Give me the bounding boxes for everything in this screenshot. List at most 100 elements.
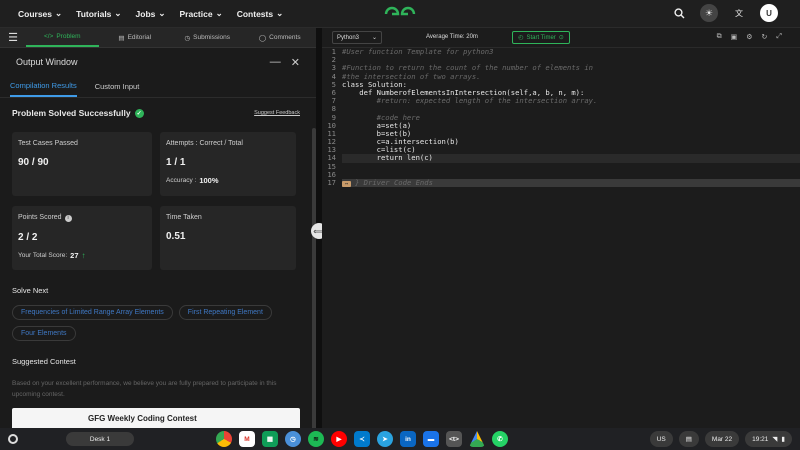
test-cases-card: Test Cases Passed 90 / 90 (12, 132, 152, 196)
play-icon: ⊙ (558, 35, 564, 41)
menu-contests[interactable]: Contests ⌄ (237, 8, 284, 19)
chevron-down-icon: ⌄ (158, 8, 166, 18)
input-language[interactable]: US (649, 431, 673, 447)
solve-next-item[interactable]: Frequencies of Limited Range Array Eleme… (12, 305, 173, 320)
output-window-header: Output Window — ✕ (0, 48, 316, 76)
points-value: 2 / 2 (18, 231, 38, 243)
menu-practice[interactable]: Practice ⌄ (180, 8, 223, 19)
contest-card[interactable]: GFG Weekly Coding Contest (12, 408, 300, 428)
start-timer-button[interactable]: ◴ Start Timer ⊙ (512, 31, 570, 44)
linkedin-icon[interactable]: in (400, 431, 416, 447)
clipboard-icon[interactable]: ▤ (678, 431, 699, 447)
minimize-icon[interactable]: — (270, 56, 281, 69)
code-line[interactable]: 14 return len(c) (322, 154, 800, 163)
menu-tutorials[interactable]: Tutorials ⌄ (76, 8, 121, 19)
date-pill[interactable]: Mar 22 (704, 431, 740, 447)
fold-marker-icon[interactable]: ↔ (342, 181, 352, 187)
contest-title: GFG Weekly Coding Contest (88, 414, 197, 423)
hamburger-menu-icon[interactable]: ☰ (0, 31, 26, 44)
copy-icon[interactable]: ⧉ (717, 33, 722, 41)
results-grid: Test Cases Passed 90 / 90 Attempts : Cor… (12, 132, 300, 270)
chevron-down-icon: ⌄ (114, 8, 122, 18)
tab-editorial[interactable]: ▤ Editorial (99, 28, 172, 47)
youtube-icon[interactable]: ▶ (331, 431, 347, 447)
status-row: Problem Solved Successfully ✓ Suggest Fe… (12, 102, 300, 124)
close-icon[interactable]: ✕ (291, 56, 300, 69)
editor-toolbar: Python3 ⌄ Average Time: 20m ◴ Start Time… (322, 28, 800, 48)
accuracy-row: Accuracy :100% (166, 176, 219, 185)
time-taken-card: Time Taken 0.51 (160, 206, 296, 270)
tab-submissions[interactable]: ◷ Submissions (171, 28, 244, 47)
code-line[interactable]: 17 ↔} Driver Code Ends (322, 178, 800, 188)
telegram-icon[interactable]: ➤ (377, 431, 393, 447)
whatsapp-icon[interactable]: ✆ (492, 431, 508, 447)
total-score-row: Your Total Score: 27 ↑ (18, 250, 86, 260)
code-area[interactable]: 1 #User function Template for python3 2 3 #F… (322, 47, 800, 188)
reset-icon[interactable]: ↻ (762, 33, 768, 41)
tab-compilation-results[interactable]: Compilation Results (10, 76, 77, 97)
chevron-down-icon: ⌄ (215, 8, 223, 18)
drive-icon[interactable] (469, 431, 485, 447)
search-icon[interactable] (670, 4, 688, 22)
tab-custom-input[interactable]: Custom Input (95, 76, 140, 97)
language-select[interactable]: Python3 ⌄ (332, 31, 382, 44)
average-time: Average Time: 20m (426, 34, 478, 40)
desk-switcher[interactable]: Desk 1 (20, 431, 180, 447)
theme-toggle-icon[interactable]: ☀ (700, 4, 718, 22)
code-text: #User function Template for python3 (342, 47, 494, 56)
left-panel: ☰ </> Problem ▤ Editorial ◷ Submissions ◯ Co… (0, 28, 316, 448)
fullscreen-icon[interactable]: ⤢ (776, 33, 782, 41)
suggested-contest-title: Suggested Contest (12, 357, 76, 366)
status-area[interactable]: 19:21 ◥ ▮ (745, 431, 792, 447)
sheets-icon[interactable]: ▦ (262, 431, 278, 447)
code-icon: </> (43, 33, 54, 40)
vscode-icon[interactable]: ≺ (354, 431, 370, 447)
chevron-down-icon: ⌄ (276, 8, 284, 18)
comment-icon: ◯ (258, 34, 267, 42)
menu-jobs[interactable]: Jobs ⌄ (136, 8, 166, 19)
code-line[interactable]: 1 #User function Template for python3 (322, 47, 800, 56)
attempts-card: Attempts : Correct / Total 1 / 1 Accurac… (160, 132, 296, 196)
solve-next-item[interactable]: Four Elements (12, 326, 76, 341)
status-text: Problem Solved Successfully ✓ (12, 108, 144, 118)
code-line[interactable]: 7 #return: expected length of the inters… (322, 96, 800, 106)
gmail-icon[interactable]: M (239, 431, 255, 447)
test-cases-value: 90 / 90 (18, 157, 49, 168)
time-taken-value: 0.51 (166, 231, 186, 242)
terminal-icon[interactable]: <t> (446, 431, 462, 447)
avatar[interactable]: U (760, 4, 778, 22)
output-window-title: Output Window (16, 57, 78, 67)
top-right-controls: ☀ 文 U (670, 4, 778, 22)
code-text: return len(c) (342, 154, 800, 163)
file-icon[interactable]: ▣ (731, 33, 738, 41)
files-icon[interactable]: ▬ (423, 431, 439, 447)
chrome-icon[interactable] (216, 431, 232, 447)
system-tray: US ▤ Mar 22 19:21 ◥ ▮ (649, 431, 792, 447)
settings-icon[interactable]: ⚙ (746, 33, 752, 41)
arrow-up-icon: ↑ (81, 250, 86, 260)
spotify-icon[interactable]: ≋ (308, 431, 324, 447)
gfg-logo[interactable] (382, 4, 418, 24)
battery-icon: ▮ (781, 436, 785, 443)
tab-problem[interactable]: </> Problem (26, 28, 99, 47)
info-icon[interactable]: i (64, 214, 72, 222)
translate-icon[interactable]: 文 (730, 4, 748, 22)
tab-comments[interactable]: ◯ Comments (244, 28, 317, 47)
menu-courses[interactable]: Courses ⌄ (18, 8, 62, 19)
suggest-feedback-link[interactable]: Suggest Feedback (254, 110, 300, 116)
solve-next-list: Frequencies of Limited Range Array Eleme… (12, 305, 300, 341)
points-card: Points Scored i 2 / 2 Your Total Score: 27… (12, 206, 152, 270)
document-icon: ▤ (118, 34, 125, 42)
output-subtabs: Compilation Results Custom Input (0, 76, 316, 98)
code-line[interactable]: 15 (322, 162, 800, 171)
code-text: #return: expected length of the intersec… (342, 96, 598, 106)
solve-next-item[interactable]: First Repeating Element (178, 305, 272, 320)
line-number: 17 (327, 178, 336, 187)
clock-icon[interactable]: ◷ (285, 431, 301, 447)
main-menu: Courses ⌄ Tutorials ⌄ Jobs ⌄ Practice ⌄ Cont… (18, 8, 283, 19)
output-content: Problem Solved Successfully ✓ Suggest Fe… (0, 98, 312, 428)
chevron-down-icon: ⌄ (371, 35, 377, 41)
launcher-icon[interactable] (8, 434, 18, 444)
shelf-apps: M ▦ ◷ ≋ ▶ ≺ ➤ in ▬ <t> ✆ (216, 431, 508, 447)
problem-tabs: ☰ </> Problem ▤ Editorial ◷ Submissions ◯ Co… (0, 28, 316, 48)
